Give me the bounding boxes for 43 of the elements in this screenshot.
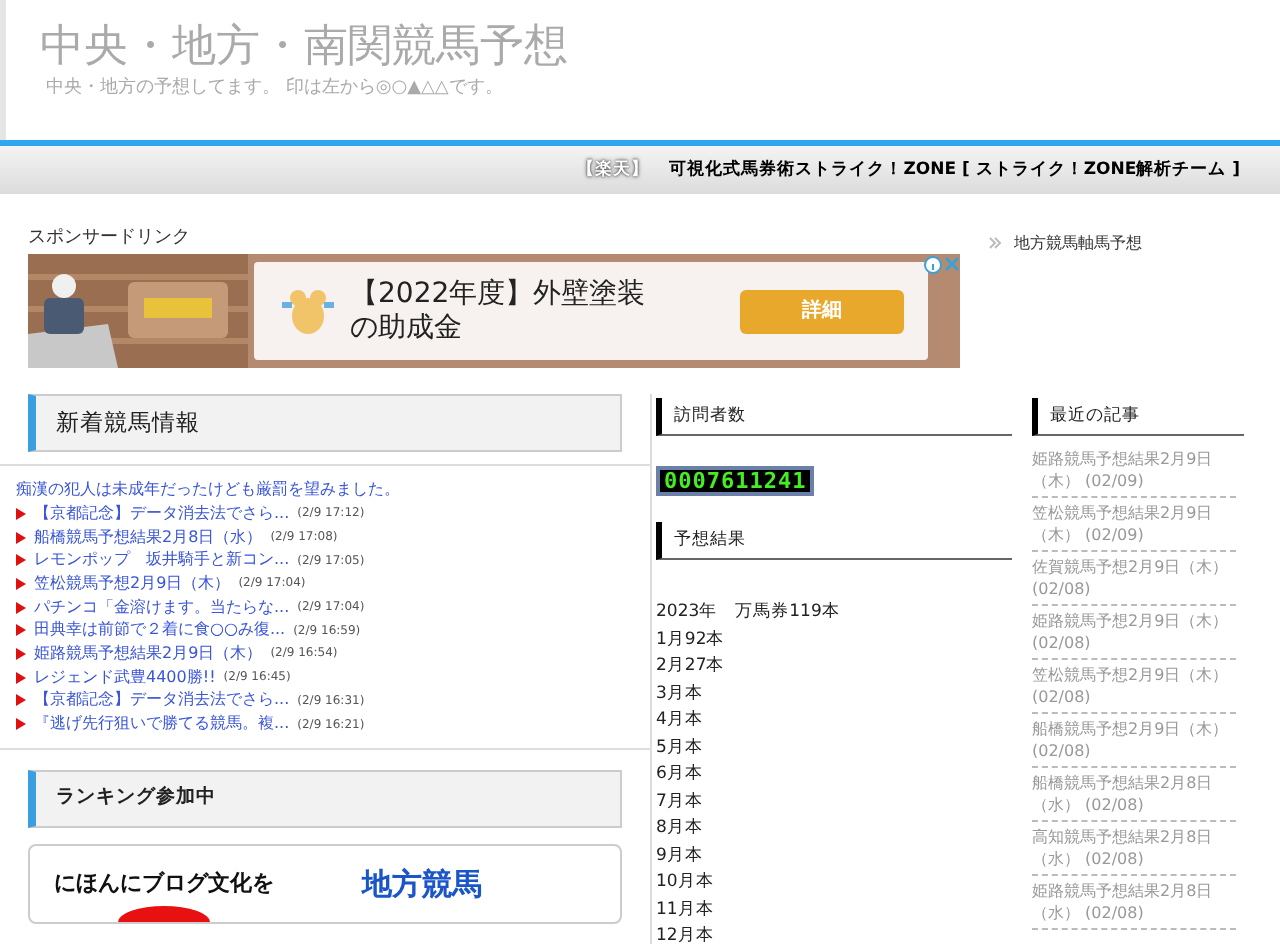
news-link[interactable]: 船橋競馬予想結果2月8日（水） bbox=[34, 525, 263, 550]
widget-heading: 訪問者数 bbox=[656, 398, 1012, 436]
sponsor-label: スポンサードリンク bbox=[28, 226, 192, 250]
news-link[interactable]: レモンポップ 坂井騎手と新コン... bbox=[34, 548, 290, 573]
side-link[interactable]: 地方競馬軸馬予想 bbox=[1014, 234, 1142, 254]
ad-banner[interactable]: 【2022年度】外壁塗装の助成金 詳細 bbox=[28, 254, 960, 368]
section-heading: ランキング参加中 bbox=[28, 770, 622, 828]
result-line: 5月本 bbox=[656, 735, 705, 761]
news-link[interactable]: 『逃げ先行狙いで勝てる競馬。複... bbox=[34, 712, 290, 737]
result-line: 11月本 bbox=[656, 897, 716, 923]
result-line: 3月本 bbox=[656, 681, 705, 707]
news-link[interactable]: パチンコ「金溶けます。当たらな... bbox=[34, 595, 290, 620]
banner-category: 地方競馬 bbox=[362, 863, 482, 906]
result-line: 9月本 bbox=[656, 843, 705, 869]
news-link[interactable]: 笠松競馬予想2月9日（木） bbox=[34, 571, 231, 596]
chevron-icon bbox=[988, 236, 1002, 250]
ad-headline[interactable]: 【2022年度】外壁塗装の助成金 bbox=[350, 277, 650, 345]
news-link[interactable]: 姫路競馬予想結果2月9日（木） bbox=[34, 641, 263, 666]
result-line: 8月本 bbox=[656, 816, 705, 842]
ticker-link[interactable]: 可視化式馬券術ストライク！ZONE [ ストライク！ZONE解析チーム ] bbox=[669, 157, 1240, 183]
banner-text: にほんにブログ文化を bbox=[54, 867, 274, 900]
site-tagline: 中央・地方の予想してます。 印は左から◎○▲△△です。 bbox=[44, 76, 505, 100]
result-line: 2023年 万馬券119本 bbox=[656, 600, 842, 626]
info-icon[interactable] bbox=[924, 256, 942, 274]
widget-heading: 最近の記事 bbox=[1032, 398, 1244, 436]
news-link[interactable]: 痴漢の犯人は未成年だったけども厳罰を望みました。 bbox=[16, 478, 650, 502]
result-line: 2月27本 bbox=[656, 654, 727, 680]
result-line: 7月本 bbox=[656, 789, 705, 815]
news-link[interactable]: レジェンド武豊4400勝!! bbox=[34, 665, 216, 690]
result-line: 6月本 bbox=[656, 762, 705, 788]
result-line: 12月本 bbox=[656, 924, 716, 944]
news-link[interactable]: 【京都記念】データ消去法でさら... bbox=[34, 501, 290, 526]
ticker-source: 【楽天】 bbox=[577, 157, 650, 183]
result-line: 10月本 bbox=[656, 870, 716, 896]
widget-heading: 予想結果 bbox=[656, 522, 1012, 560]
sun-icon bbox=[118, 906, 210, 922]
section-heading: 新着競馬情報 bbox=[28, 394, 622, 452]
result-line: 4月本 bbox=[656, 708, 705, 734]
result-line: 1月92本 bbox=[656, 627, 727, 653]
news-link[interactable]: 【京都記念】データ消去法でさら... bbox=[34, 688, 290, 713]
news-link[interactable]: 田典幸は前節で２着に食○○み復... bbox=[34, 618, 286, 643]
ranking-banner[interactable]: にほんにブログ文化を 地方競馬 bbox=[28, 844, 622, 924]
visitor-counter: 0007611241 bbox=[656, 466, 815, 496]
